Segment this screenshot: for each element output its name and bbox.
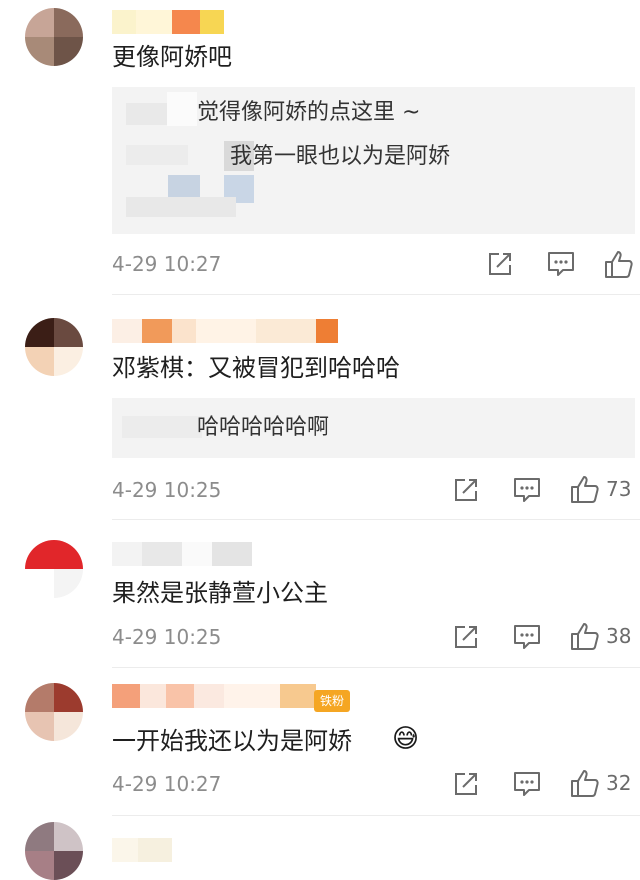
comment-timestamp: 4-29 10:27: [112, 772, 222, 796]
like-count: 73: [606, 477, 632, 501]
like-button[interactable]: 32: [570, 768, 631, 798]
reply-text: 觉得像阿娇的点这里 ~: [197, 100, 421, 125]
avatar[interactable]: [25, 822, 83, 880]
comment-button[interactable]: [546, 250, 576, 278]
reply-username-blurred: [126, 197, 236, 217]
share-icon: [455, 626, 477, 648]
share-button[interactable]: [452, 476, 480, 504]
comment-item: 铁粉 一开始我还以为是阿娇 😅 4-29 10:27 32: [0, 668, 640, 816]
comment-item: 邓紫棋：又被冒犯到哈哈哈 哈哈哈哈哈啊 4-29 10:25 73: [0, 295, 640, 520]
username-blurred[interactable]: [112, 684, 316, 708]
thumbs-up-icon: [571, 770, 599, 797]
share-button[interactable]: [452, 623, 480, 651]
fan-badge: 铁粉: [314, 690, 351, 712]
thumbs-up-icon: [605, 251, 633, 278]
username-blurred[interactable]: [112, 542, 252, 566]
like-count: 32: [606, 771, 632, 795]
share-icon: [455, 773, 477, 795]
comment-text: 更像阿娇吧: [112, 43, 232, 71]
avatar[interactable]: [25, 540, 83, 598]
reply-text: 哈哈哈哈哈啊: [197, 415, 330, 440]
reply-username-blurred: [167, 92, 197, 126]
username-blurred[interactable]: [112, 319, 338, 343]
comment-timestamp: 4-29 10:27: [112, 252, 222, 276]
username-blurred[interactable]: [112, 10, 224, 34]
username-blurred[interactable]: [112, 838, 172, 862]
reply-username-blurred: [126, 145, 188, 165]
reply-preview[interactable]: 觉得像阿娇的点这里 ~ 我第一眼也以为是阿娇: [112, 87, 635, 234]
avatar[interactable]: [25, 318, 83, 376]
comment-item: 更像阿娇吧 觉得像阿娇的点这里 ~ 我第一眼也以为是阿娇 4-29 10:27: [0, 0, 640, 295]
comment-timestamp: 4-29 10:25: [112, 478, 222, 502]
comment-button[interactable]: [512, 476, 542, 504]
avatar[interactable]: [25, 683, 83, 741]
reply-username-blurred: [122, 416, 202, 438]
like-button[interactable]: 38: [570, 621, 631, 651]
like-button[interactable]: [604, 249, 640, 279]
comment-item: 果然是张静萱小公主 4-29 10:25 38: [0, 520, 640, 668]
comment-icon: [514, 625, 540, 649]
comment-button[interactable]: [512, 623, 542, 651]
comment-icon: [514, 478, 540, 502]
thumbs-up-icon: [571, 476, 599, 503]
reply-preview[interactable]: 哈哈哈哈哈啊: [112, 398, 635, 458]
comment-text: 邓紫棋：又被冒犯到哈哈哈: [112, 354, 400, 382]
reply-text: 我第一眼也以为是阿娇: [230, 144, 451, 169]
comment-item: [0, 816, 640, 880]
comment-text: 果然是张静萱小公主: [112, 579, 328, 607]
share-icon: [489, 253, 511, 275]
comment-button[interactable]: [512, 770, 542, 798]
comment-timestamp: 4-29 10:25: [112, 625, 222, 649]
sweat-smile-emoji-icon: 😅: [392, 724, 420, 754]
comment-text: 一开始我还以为是阿娇: [112, 727, 352, 755]
share-button[interactable]: [452, 770, 480, 798]
share-button[interactable]: [486, 250, 514, 278]
share-icon: [455, 479, 477, 501]
comment-icon: [548, 252, 574, 276]
like-button[interactable]: 73: [570, 474, 631, 504]
avatar[interactable]: [25, 8, 83, 66]
thumbs-up-icon: [571, 623, 599, 650]
like-count: 38: [606, 624, 632, 648]
comment-icon: [514, 772, 540, 796]
